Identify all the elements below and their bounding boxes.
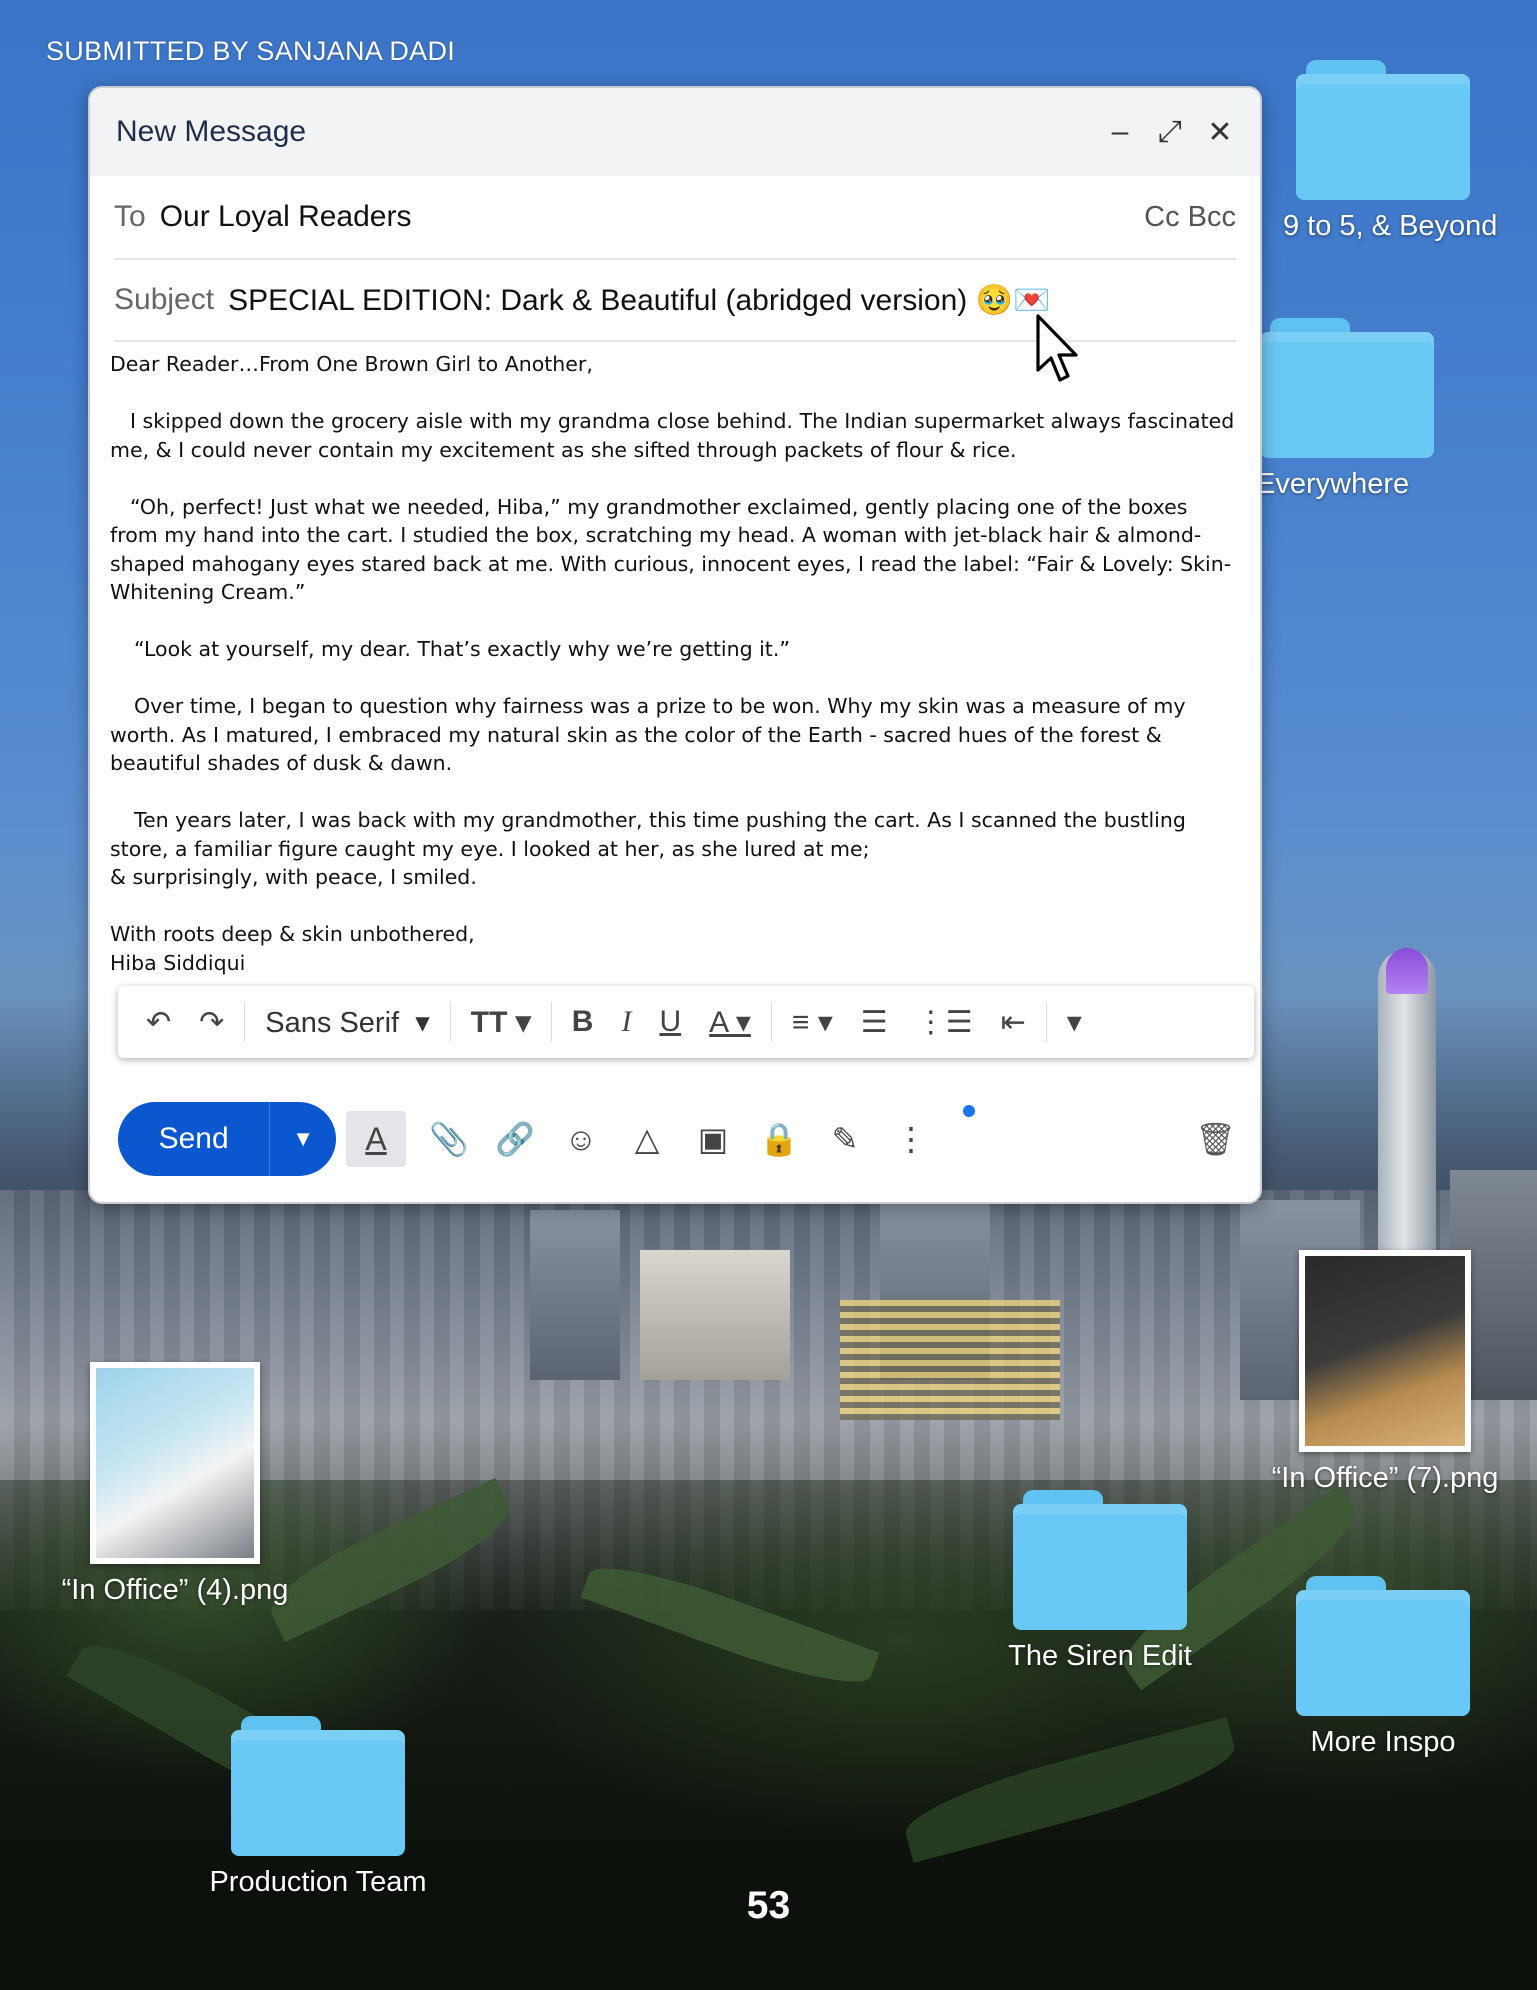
- page-number: 53: [746, 1884, 791, 1927]
- font-family-select[interactable]: Sans Serif ▾: [251, 1005, 443, 1040]
- folder-label: Everywhere: [1256, 468, 1410, 500]
- image-in-office-4[interactable]: “In Office” (4).png: [50, 1362, 300, 1607]
- message-body[interactable]: Dear Reader…From One Brown Girl to Anoth…: [90, 342, 1260, 977]
- folder-production-team[interactable]: Production Team: [198, 1716, 438, 1899]
- more-options-icon[interactable]: ⋮: [878, 1120, 944, 1158]
- folder-icon: [1013, 1490, 1187, 1630]
- lit-building: [840, 1300, 1060, 1420]
- photo-icon[interactable]: ▣: [680, 1120, 746, 1158]
- building: [640, 1250, 790, 1380]
- send-options-icon[interactable]: ▼: [269, 1102, 336, 1176]
- link-icon[interactable]: 🔗: [482, 1120, 548, 1158]
- file-label: “In Office” (7).png: [1271, 1462, 1499, 1494]
- to-field[interactable]: To Our Loyal Readers Cc Bcc: [114, 176, 1236, 260]
- folder-more-inspo[interactable]: More Inspo: [1283, 1576, 1483, 1759]
- font-family-value: Sans Serif: [265, 1006, 400, 1039]
- formatting-icon[interactable]: A: [346, 1111, 406, 1167]
- folder-icon: [1260, 318, 1434, 458]
- folder-siren-edit[interactable]: The Siren Edit: [1000, 1490, 1200, 1673]
- close-icon[interactable]: ✕: [1206, 115, 1234, 150]
- tower-crown: [1386, 948, 1428, 994]
- folder-label: The Siren Edit: [1008, 1640, 1192, 1672]
- redo-icon[interactable]: ↷: [185, 1005, 238, 1040]
- send-button[interactable]: Send ▼: [118, 1102, 336, 1176]
- body-paragraph: Over time, I began to question why fairn…: [110, 694, 1186, 775]
- folder-9-to-5[interactable]: 9 to 5, & Beyond: [1283, 60, 1498, 243]
- folder-icon: [1296, 1576, 1470, 1716]
- building: [530, 1210, 620, 1380]
- file-label: “In Office” (4).png: [61, 1574, 289, 1606]
- more-formatting-icon[interactable]: ▾: [1053, 1005, 1096, 1040]
- align-icon[interactable]: ≡ ▾: [778, 1005, 847, 1040]
- trash-icon[interactable]: 🗑: [1195, 1120, 1236, 1158]
- bold-icon[interactable]: B: [558, 1005, 608, 1039]
- folder-icon: [231, 1716, 405, 1856]
- sign-off: With roots deep & skin unbothered,: [110, 922, 475, 946]
- compose-actions: Send ▼ A 📎 🔗 ☺ △ ▣ 🔒 ✎ ⋮ 🗑: [118, 1101, 1236, 1177]
- salesforce-tower: [1378, 950, 1436, 1250]
- to-recipient[interactable]: Our Loyal Readers: [160, 200, 412, 234]
- folder-label: More Inspo: [1310, 1726, 1456, 1758]
- subject-value[interactable]: SPECIAL EDITION: Dark & Beautiful (abrid…: [228, 283, 1050, 318]
- bulleted-list-icon[interactable]: ⋮☰: [902, 1005, 987, 1040]
- body-paragraph: I skipped down the grocery aisle with my…: [110, 409, 1235, 462]
- text-color-icon[interactable]: A ▾: [695, 1005, 765, 1040]
- to-label: To: [114, 200, 146, 233]
- formatting-toolbar: ↶ ↷ Sans Serif ▾ TT ▾ B I U A ▾ ≡ ▾ ☰ ⋮☰…: [118, 986, 1254, 1058]
- image-in-office-7[interactable]: “In Office” (7).png: [1250, 1250, 1520, 1495]
- emoji-icon[interactable]: ☺: [548, 1121, 614, 1158]
- underline-icon[interactable]: U: [645, 1005, 695, 1039]
- cc-bcc-link[interactable]: Cc Bcc: [1144, 201, 1236, 234]
- photo-thumbnail: [1299, 1250, 1471, 1452]
- signature-icon[interactable]: ✎: [812, 1120, 878, 1158]
- drive-icon[interactable]: △: [614, 1120, 680, 1158]
- minimize-icon[interactable]: ‒: [1106, 115, 1134, 149]
- font-size-icon[interactable]: TT ▾: [457, 1005, 545, 1040]
- body-paragraph: & surprisingly, with peace, I smiled.: [110, 865, 477, 889]
- signature-name: Hiba Siddiqui: [110, 950, 246, 975]
- undo-icon[interactable]: ↶: [132, 1005, 185, 1040]
- body-paragraph: Ten years later, I was back with my gran…: [110, 808, 1186, 861]
- indent-less-icon[interactable]: ⇤: [987, 1005, 1040, 1040]
- compose-title: New Message: [116, 115, 307, 148]
- mouse-cursor-icon: [1036, 314, 1078, 382]
- confidential-icon[interactable]: 🔒: [746, 1120, 812, 1158]
- body-paragraph: “Oh, perfect! Just what we needed, Hiba,…: [110, 494, 1232, 605]
- credit-line: SUBMITTED BY SANJANA DADI: [46, 36, 456, 66]
- send-label: Send: [158, 1122, 229, 1155]
- subject-label: Subject: [114, 283, 215, 316]
- body-paragraph: “Look at yourself, my dear. That’s exact…: [134, 637, 790, 661]
- folder-label: 9 to 5, & Beyond: [1283, 210, 1498, 242]
- compose-titlebar: New Message ‒ ⤢ ✕: [90, 88, 1260, 176]
- compose-window: New Message ‒ ⤢ ✕ To Our Loyal Readers C…: [88, 86, 1262, 1204]
- attach-icon[interactable]: 📎: [416, 1120, 482, 1158]
- expand-icon[interactable]: ⤢: [1156, 115, 1184, 149]
- notification-dot: [963, 1105, 975, 1117]
- photo-thumbnail: [90, 1362, 260, 1564]
- numbered-list-icon[interactable]: ☰: [847, 1005, 902, 1040]
- folder-icon: [1296, 60, 1470, 200]
- italic-icon[interactable]: I: [607, 1005, 645, 1039]
